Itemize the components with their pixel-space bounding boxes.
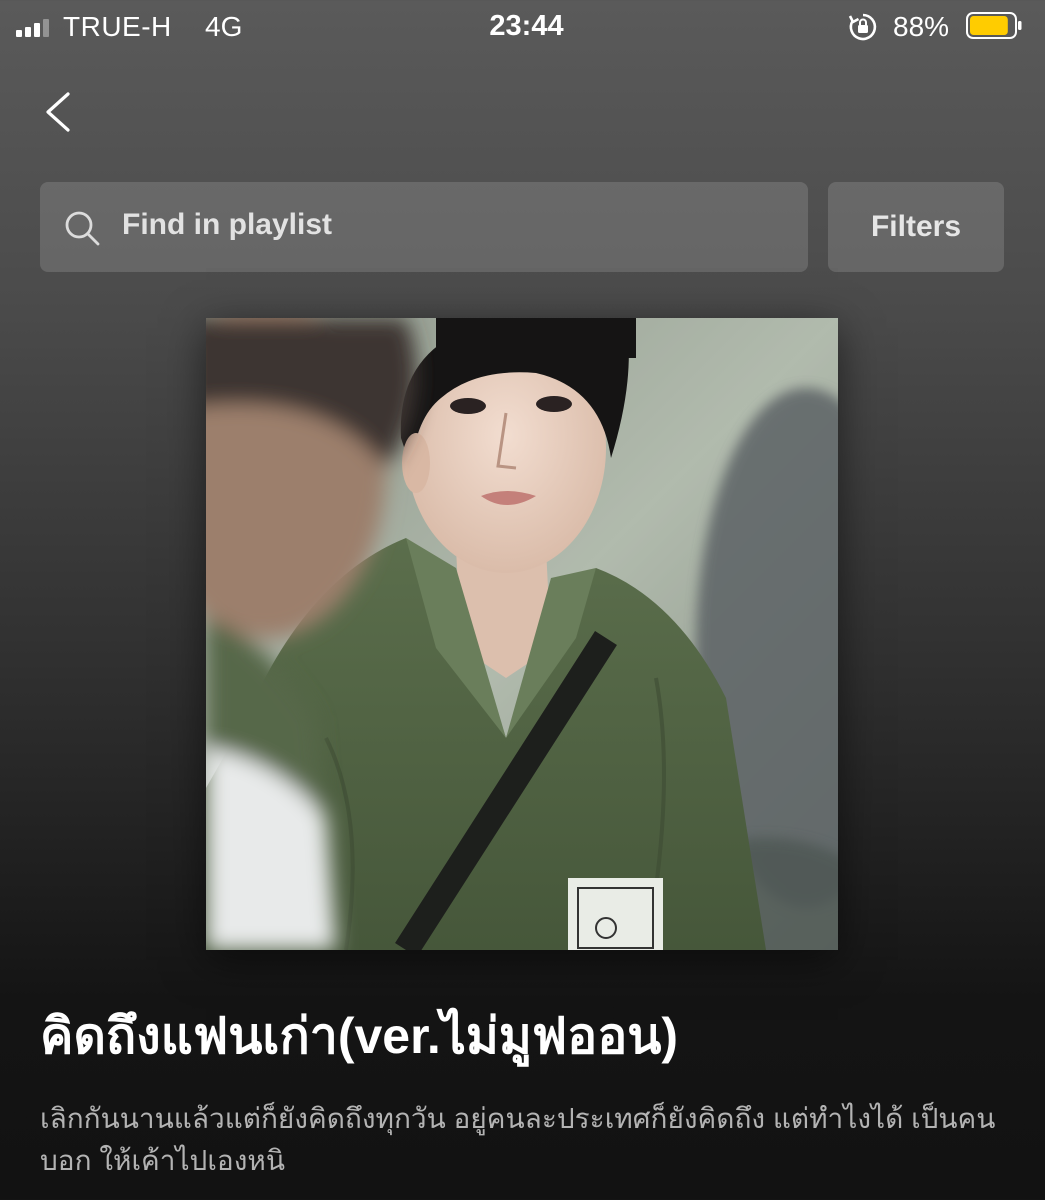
filters-button[interactable]: Filters (828, 182, 1004, 272)
playlist-description: เลิกกันนานแล้วแต่ก็ยังคิดถึงทุกวัน อยู่ค… (40, 1103, 996, 1176)
battery-icon (966, 12, 1022, 39)
chevron-left-icon (46, 92, 70, 132)
search-placeholder: Find in playlist (122, 208, 333, 241)
back-button[interactable] (30, 82, 90, 142)
battery-percentage: 88% (893, 11, 950, 42)
playlist-cover-image (206, 318, 838, 950)
playlist-title: คิดถึงแฟนเก่า(ver.ไม่มูฟออน) (40, 1008, 679, 1064)
search-input[interactable]: Find in playlist (40, 182, 808, 272)
orientation-lock-icon (848, 13, 877, 41)
search-icon (65, 211, 100, 246)
status-time: 23:44 (489, 10, 564, 42)
status-bar: TRUE-H 4G 23:44 88% (0, 0, 1045, 56)
